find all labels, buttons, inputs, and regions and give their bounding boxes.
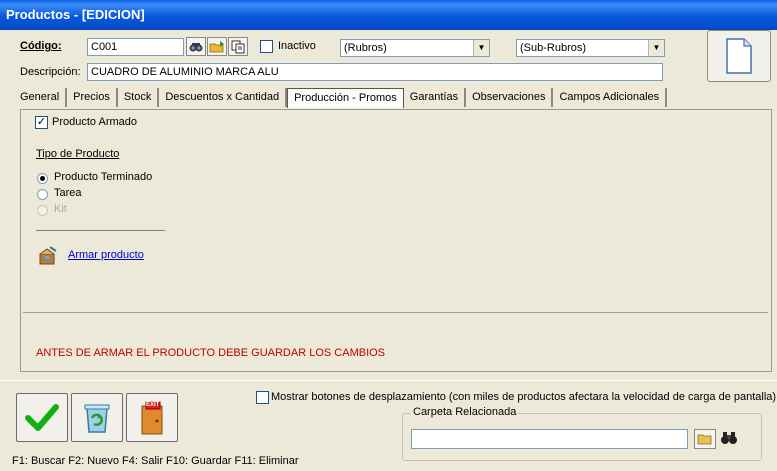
descripcion-input[interactable]: CUADRO DE ALUMINIO MARCA ALU <box>87 63 663 81</box>
tab-bar: General Precios Stock Descuentos x Canti… <box>14 88 668 108</box>
subrubros-value: (Sub-Rubros) <box>520 42 587 54</box>
inactivo-label: Inactivo <box>278 40 316 52</box>
tab-descuentos[interactable]: Descuentos x Cantidad <box>159 88 288 107</box>
radio-kit <box>37 205 48 216</box>
window-title: Productos - [EDICION] <box>0 0 777 30</box>
producto-armado-checkbox[interactable]: ✓ <box>35 116 48 129</box>
radio-tarea[interactable] <box>37 189 48 200</box>
radio-producto-terminado[interactable] <box>37 173 48 184</box>
armar-producto-link[interactable]: Armar producto <box>68 249 144 261</box>
footer-divider <box>0 380 777 381</box>
delete-button[interactable] <box>71 393 123 442</box>
document-icon <box>726 38 752 74</box>
folder-icon[interactable] <box>694 429 716 449</box>
tab-precios[interactable]: Precios <box>67 88 118 107</box>
exit-label: EXIT <box>146 402 160 408</box>
recycle-bin-icon <box>84 404 110 433</box>
carpeta-input[interactable] <box>411 429 688 449</box>
option-label: Producto Terminado <box>54 171 153 183</box>
rubros-value: (Rubros) <box>344 42 387 54</box>
divider <box>23 312 768 313</box>
tab-produccion-promos[interactable]: Producción - Promos <box>287 88 404 108</box>
open-folder-icon[interactable] <box>207 37 227 56</box>
descripcion-label: Descripción: <box>20 66 81 78</box>
tipo-producto-label: Tipo de Producto <box>36 148 120 160</box>
option-label: Tarea <box>54 187 82 199</box>
package-icon <box>38 245 58 268</box>
copy-icon[interactable] <box>228 37 248 56</box>
save-button[interactable] <box>16 393 68 442</box>
mostrar-botones-label: Mostrar botones de desplazamiento (con m… <box>271 391 777 403</box>
exit-button[interactable]: EXIT <box>126 393 178 442</box>
codigo-label: Código: <box>20 40 62 52</box>
shortcuts-hint: F1: Buscar F2: Nuevo F4: Salir F10: Guar… <box>12 455 299 467</box>
tab-garantias[interactable]: Garantías <box>404 88 467 107</box>
tab-campos-adicionales[interactable]: Campos Adicionales <box>553 88 668 107</box>
divider <box>36 230 165 231</box>
mostrar-botones-checkbox[interactable] <box>256 391 269 404</box>
tab-general[interactable]: General <box>14 88 68 107</box>
codigo-input[interactable]: C001 <box>87 38 184 56</box>
new-document-button[interactable] <box>707 30 771 82</box>
search-icon[interactable] <box>186 37 206 56</box>
binoculars-icon[interactable] <box>720 431 738 448</box>
tab-stock[interactable]: Stock <box>118 88 160 107</box>
chevron-down-icon: ▼ <box>473 40 489 56</box>
chevron-down-icon: ▼ <box>648 40 664 56</box>
tab-panel: ✓ Producto Armado Tipo de Producto Produ… <box>20 109 772 372</box>
carpeta-label: Carpeta Relacionada <box>411 406 519 418</box>
warning-text: ANTES DE ARMAR EL PRODUCTO DEBE GUARDAR … <box>36 347 386 359</box>
rubros-select[interactable]: (Rubros) ▼ <box>340 39 490 57</box>
option-label: Kit <box>54 203 67 215</box>
tab-observaciones[interactable]: Observaciones <box>466 88 554 107</box>
producto-armado-label: Producto Armado <box>52 116 137 128</box>
inactivo-checkbox[interactable] <box>260 40 273 53</box>
subrubros-select[interactable]: (Sub-Rubros) ▼ <box>516 39 665 57</box>
checkmark-icon <box>25 403 59 431</box>
